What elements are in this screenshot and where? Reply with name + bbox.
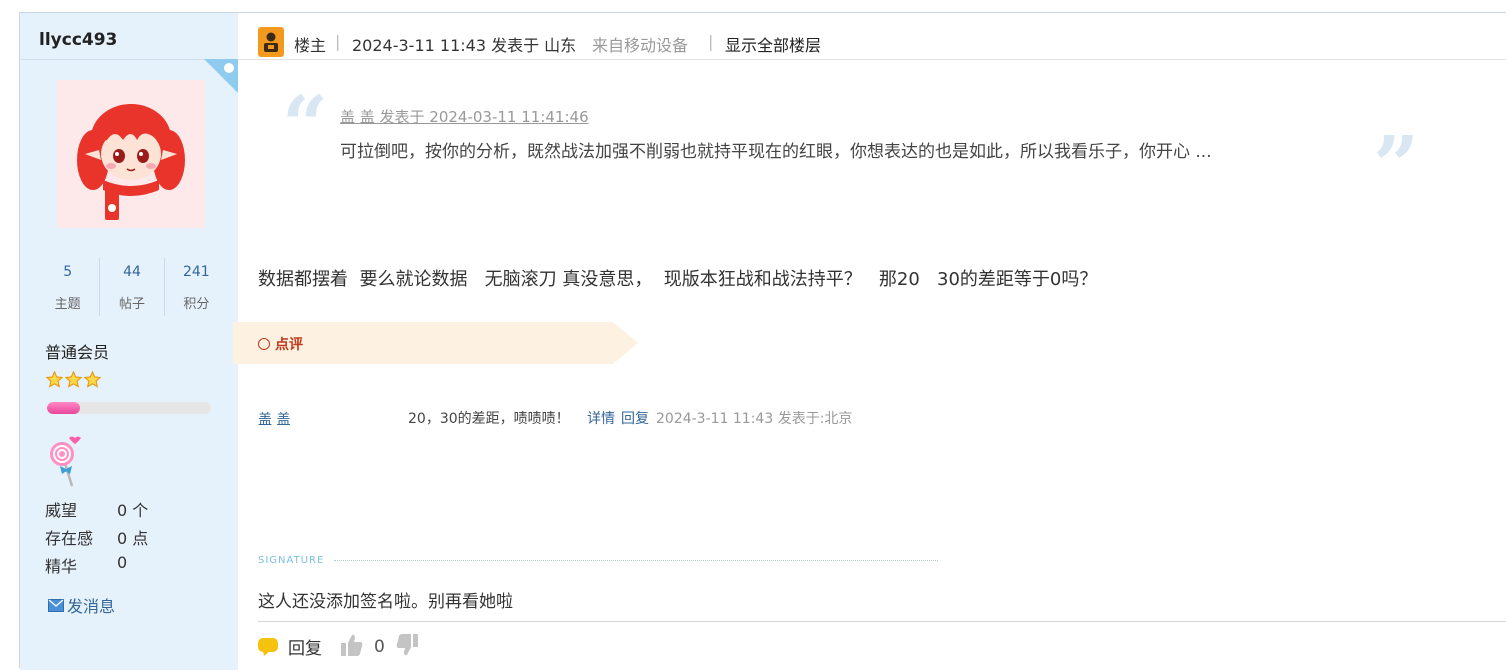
post-footer-divider — [258, 621, 1506, 622]
avatar[interactable] — [57, 80, 205, 228]
author-stats: 5 主题 44 帖子 241 积分 — [36, 258, 228, 316]
member-group[interactable]: 普通会员 — [45, 339, 109, 363]
stat-threads-label: 主题 — [54, 297, 81, 312]
mail-icon — [48, 598, 64, 612]
quote-close-mark-icon: ” — [1373, 118, 1420, 212]
prop-presence: 存在感 0 点 — [45, 525, 148, 553]
quote-text: 可拉倒吧，按你的分析，既然战法加强不削弱也就持平现在的红眼，你想表达的也是如此，… — [340, 142, 1212, 162]
post-header: 楼主 | 2024-3-11 11:43 发表于 山东 来自移动设备 | 显示全… — [238, 13, 1506, 60]
level-progress-fill — [47, 402, 80, 414]
circle-icon — [258, 338, 270, 350]
quote-author-link[interactable]: 盖 盖 发表于 2024-03-11 11:41:46 — [340, 106, 589, 127]
op-badge-icon — [258, 27, 284, 57]
comment-user-link[interactable]: 盖 盖 — [258, 409, 290, 429]
stat-points-value: 241 — [182, 264, 210, 280]
speech-bubble-icon — [258, 637, 278, 656]
stat-points[interactable]: 241 积分 — [165, 258, 228, 316]
stat-posts-value: 44 — [123, 264, 141, 280]
op-label: 楼主 — [294, 36, 327, 55]
post-device: 来自移动设备 — [592, 36, 689, 55]
rank-stars — [46, 371, 101, 388]
stat-posts[interactable]: 44 帖子 — [100, 258, 165, 316]
author-sidebar: llycc493 5 主题 44 帖子 241 积分 普通会员 威望 0 个 存… — [20, 13, 238, 670]
comment-reply-link[interactable]: 回复 — [621, 408, 649, 428]
comment-detail-link[interactable]: 详情 — [587, 408, 615, 428]
thumbs-down-icon[interactable] — [396, 633, 418, 657]
author-properties: 威望 0 个 存在感 0 点 精华 0 — [45, 497, 148, 581]
author-header: llycc493 — [20, 13, 238, 60]
level-progress — [47, 402, 211, 414]
prop-presence-key: 存在感 — [45, 529, 94, 548]
post-main: 楼主 | 2024-3-11 11:43 发表于 山东 来自移动设备 | 显示全… — [233, 13, 1506, 670]
prop-digest-value: 0 — [117, 553, 128, 572]
star-icon — [84, 371, 101, 388]
stat-threads[interactable]: 5 主题 — [36, 258, 101, 316]
stat-points-label: 积分 — [183, 297, 210, 312]
comment-section-title: 点评 — [258, 334, 303, 354]
reply-button[interactable]: 回复 — [258, 634, 322, 659]
quote-open-mark-icon: “ — [282, 78, 329, 172]
star-icon — [65, 371, 82, 388]
lollipop-medal-icon[interactable] — [46, 434, 86, 490]
prop-digest: 精华 0 — [45, 553, 148, 581]
header-separator: | — [335, 32, 341, 51]
header-separator: | — [708, 32, 714, 51]
prop-prestige-key: 威望 — [45, 501, 78, 520]
prop-prestige-value: 0 个 — [117, 501, 149, 520]
comment-meta: 2024-3-11 11:43 发表于:北京 — [656, 411, 853, 427]
reply-label: 回复 — [288, 639, 322, 659]
signature-label: SIGNATURE — [258, 555, 325, 566]
signature-divider — [334, 560, 938, 561]
like-count: 0 — [374, 637, 385, 657]
signature-text: 这人还没添加签名啦。别再看她啦 — [258, 592, 513, 612]
post-body: 数据都摆着 要么就论数据 无脑滚刀 真没意思， 现版本狂战和战法持平？ 那20 … — [258, 269, 1098, 290]
star-icon — [46, 371, 63, 388]
show-all-floors-link[interactable]: 显示全部楼层 — [725, 32, 821, 56]
thumbs-up-icon[interactable] — [341, 633, 363, 657]
corner-ribbon-icon — [204, 59, 238, 93]
stat-posts-label: 帖子 — [118, 297, 145, 312]
author-username[interactable]: llycc493 — [39, 30, 117, 50]
prop-prestige: 威望 0 个 — [45, 497, 148, 525]
send-message-label: 发消息 — [67, 597, 116, 616]
prop-digest-key: 精华 — [45, 557, 78, 576]
stat-threads-value: 5 — [63, 264, 73, 280]
avatar-image — [57, 80, 205, 228]
send-message-link[interactable]: 发消息 — [48, 593, 115, 617]
post-time: 2024-3-11 11:43 发表于 山东 — [352, 36, 577, 55]
comment-section-label: 点评 — [275, 337, 303, 353]
comment-text: 20，30的差距，啧啧啧！ — [408, 411, 570, 427]
prop-presence-value: 0 点 — [117, 529, 149, 548]
